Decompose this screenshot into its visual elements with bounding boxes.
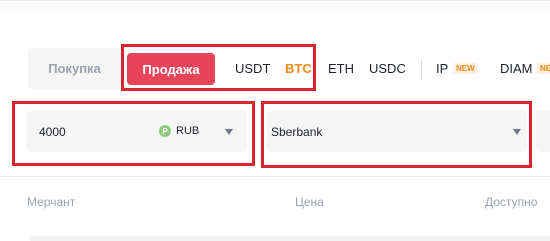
payment-method-value: Sberbank (271, 125, 323, 139)
currency-label: RUB (176, 125, 200, 137)
top-strip (0, 0, 550, 10)
new-badge-diam: NE (537, 63, 550, 74)
amount-input[interactable]: 4000 P RUB (27, 111, 247, 152)
asset-tab-diam[interactable]: DIAM (500, 61, 533, 76)
top-divider (0, 0, 550, 1)
amount-value: 4000 (39, 125, 66, 139)
new-badge-ip: NEW (453, 63, 478, 74)
table-row (30, 236, 550, 241)
asset-tab-btc[interactable]: BTC (285, 61, 312, 76)
payment-method-select[interactable]: Sberbank (267, 111, 527, 152)
asset-divider (421, 59, 422, 79)
asset-tab-eth[interactable]: ETH (328, 61, 354, 76)
column-header-merchant: Мерчант (27, 195, 76, 209)
asset-tab-usdt[interactable]: USDT (235, 61, 270, 76)
asset-tab-ip[interactable]: IP (436, 61, 448, 76)
asset-tab-usdc[interactable]: USDC (369, 61, 406, 76)
column-header-available: Доступно (485, 195, 538, 209)
chevron-down-icon[interactable] (513, 129, 521, 135)
column-header-price: Цена (295, 195, 324, 209)
tab-buy[interactable]: Покупка (28, 48, 121, 89)
chevron-down-icon[interactable] (225, 129, 233, 135)
partial-filter-box[interactable] (536, 111, 550, 152)
tab-sell[interactable]: Продажа (127, 53, 215, 85)
ruble-icon: P (159, 125, 171, 137)
filter-divider (0, 176, 550, 177)
